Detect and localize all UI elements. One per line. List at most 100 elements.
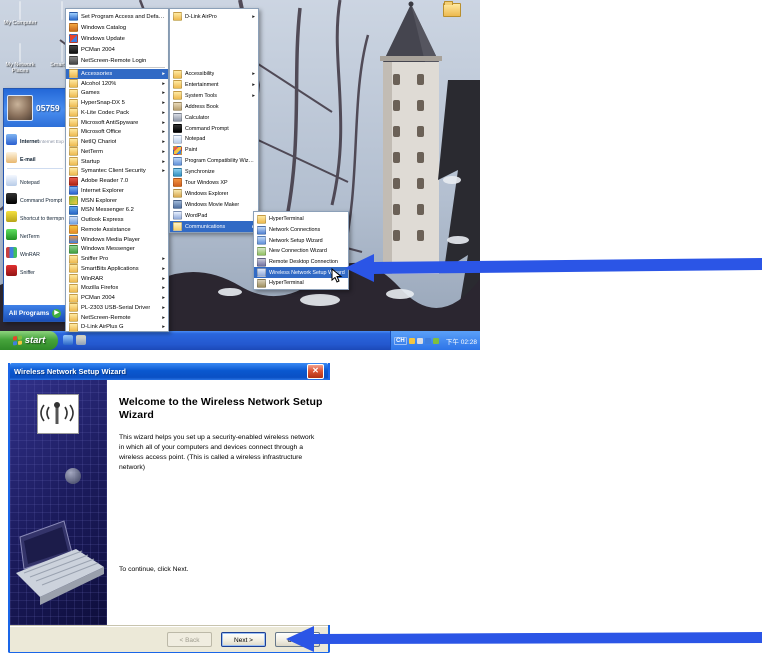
taskbar-clock[interactable]: 下午 02:28 — [446, 336, 477, 346]
submenu-arrow-icon: ▸ — [162, 90, 165, 97]
menu-item-network-setup-wizard[interactable]: Network Setup Wizard — [254, 235, 348, 246]
dialog-titlebar[interactable]: Wireless Network Setup Wizard ✕ — [10, 363, 328, 380]
pinned-item-shortcut-to-ttermpro[interactable]: Shortcut to ttermpro — [6, 207, 64, 225]
menu-item-msn-explorer[interactable]: MSN Explorer — [66, 196, 168, 206]
menu-item-netscreen-remote-login[interactable]: NetScreen-Remote Login — [66, 55, 168, 66]
menu-item-pcman-2004[interactable]: PCMan 2004 ▸ — [66, 293, 168, 303]
pinned-item-notepad[interactable]: Notepad — [6, 171, 64, 189]
desktop-icon-my-network-places[interactable]: My Network Places — [0, 43, 40, 74]
menu-item-netscreen-remote[interactable]: NetScreen-Remote ▸ — [66, 313, 168, 323]
menu-item-outlook-express[interactable]: Outlook Express — [66, 215, 168, 225]
decorative-sphere — [65, 468, 81, 484]
menu-item-address-book[interactable]: Address Book — [170, 101, 258, 112]
menu-item-hypersnap-dx-5[interactable]: HyperSnap-DX 5 ▸ — [66, 98, 168, 108]
menu-item-label: PCMan 2004 — [81, 295, 115, 302]
remote-desktop-icon — [257, 257, 266, 267]
menu-item-adobe-reader-7-0[interactable]: Adobe Reader 7.0 — [66, 176, 168, 186]
menu-item-windows-update[interactable]: Windows Update — [66, 33, 168, 44]
menu-item-alcohol-120[interactable]: Alcohol 120% ▸ — [66, 79, 168, 89]
menu-item-label: HyperTerminal — [269, 216, 304, 223]
menu-item-d-link-airpro[interactable]: D-Link AirPro ▸ — [170, 10, 258, 23]
menu-item-set-program-access-and-defaults[interactable]: Set Program Access and Defaults — [66, 11, 168, 22]
menu-item-games[interactable]: Games ▸ — [66, 88, 168, 99]
menu-item-network-connections[interactable]: Network Connections — [254, 225, 348, 236]
quicklaunch-ie-icon[interactable] — [63, 335, 73, 345]
menu-item-d-link-airplus-g[interactable]: D-Link AirPlus G ▸ — [66, 322, 168, 333]
menu-item-remote-assistance[interactable]: Remote Assistance — [66, 225, 168, 235]
menu-item-communications[interactable]: Communications▸ — [170, 221, 258, 232]
menu-item-pcman-2004[interactable]: PCMan 2004 — [66, 44, 168, 55]
quicklaunch-show-desktop-icon[interactable] — [76, 335, 86, 345]
start-button[interactable]: start — [0, 331, 58, 350]
pinned-item-command-prompt[interactable]: Command Prompt — [6, 189, 64, 207]
menu-item-smartbits-applications[interactable]: SmartBits Applications ▸ — [66, 264, 168, 274]
menu-item-msn-messenger-6-2[interactable]: MSN Messenger 6.2 — [66, 205, 168, 216]
cancel-button[interactable]: Cancel — [275, 631, 320, 647]
menu-item-command-prompt[interactable]: Command Prompt — [170, 123, 258, 134]
menu-item-netterm[interactable]: NetTerm ▸ — [66, 147, 168, 157]
network-connections-icon — [257, 225, 266, 235]
close-button[interactable]: ✕ — [307, 364, 324, 379]
netiq-app-icon — [61, 1, 63, 20]
menu-item-label: Program Compatibility Wizard — [185, 158, 255, 165]
tray-wireless-icon[interactable] — [432, 337, 439, 344]
menu-item-notepad[interactable]: Notepad — [170, 134, 258, 145]
menu-item-windows-explorer[interactable]: Windows Explorer — [170, 188, 258, 199]
menu-item-program-compatibility-wizard[interactable]: Program Compatibility Wizard — [170, 156, 258, 167]
menu-item-k-lite-codec-pack[interactable]: K-Lite Codec Pack ▸ — [66, 108, 168, 118]
tray-shield-icon[interactable] — [408, 337, 415, 344]
tray-network-icon[interactable] — [416, 337, 423, 344]
menu-item-label: Outlook Express — [81, 217, 124, 224]
menu-item-paint[interactable]: Paint — [170, 145, 258, 156]
menu-item-mozilla-firefox[interactable]: Mozilla Firefox ▸ — [66, 283, 168, 294]
menu-item-windows-media-player[interactable]: Windows Media Player — [66, 235, 168, 245]
menu-item-windows-movie-maker[interactable]: Windows Movie Maker — [170, 199, 258, 210]
menu-item-label: Accessibility — [185, 71, 215, 78]
menu-item-symantec-client-security[interactable]: Symantec Client Security ▸ — [66, 166, 168, 177]
folder-icon — [69, 322, 78, 332]
menu-item-label: New Connection Wizard — [269, 248, 327, 255]
menu-item-microsoft-office[interactable]: Microsoft Office ▸ — [66, 127, 168, 138]
menu-item-netiq-chariot[interactable]: NetIQ Chariot ▸ — [66, 137, 168, 147]
pinned-item-internet[interactable]: InternetInternet Explorer — [6, 130, 64, 148]
menu-item-winrar[interactable]: WinRAR ▸ — [66, 274, 168, 284]
menu-item-hyperterminal[interactable]: HyperTerminal — [254, 214, 348, 225]
menu-item-pl-2303-usb-serial-driver[interactable]: PL-2303 USB-Serial Driver ▸ — [66, 303, 168, 313]
menu-item-wordpad[interactable]: WordPad — [170, 210, 258, 221]
next-button[interactable]: Next > — [221, 631, 266, 647]
language-indicator[interactable]: CH — [394, 336, 407, 345]
pinned-item-e-mail[interactable]: E-mail — [6, 148, 64, 166]
menu-item-system-tools[interactable]: System Tools ▸ — [170, 90, 258, 101]
all-programs-button[interactable]: All Programs ▶ — [4, 305, 66, 321]
menu-item-startup[interactable]: Startup ▸ — [66, 157, 168, 167]
menu-item-label: Command Prompt — [185, 125, 229, 132]
start-menu-panel: 05759 InternetInternet Explorer E-mail No… — [3, 88, 67, 322]
folder-icon — [69, 118, 78, 128]
menu-item-accessories[interactable]: Accessories ▸ — [66, 69, 168, 79]
menu-item-windows-messenger[interactable]: Windows Messenger — [66, 244, 168, 255]
menu-item-internet-explorer[interactable]: Internet Explorer — [66, 186, 168, 196]
back-button[interactable]: < Back — [167, 631, 212, 647]
desktop-icon-folder[interactable] — [437, 1, 467, 17]
wizard-instruction: To continue, click Next. — [119, 566, 189, 573]
pinned-item-netterm[interactable]: NetTerm — [6, 225, 64, 243]
menu-item-microsoft-antispyware[interactable]: Microsoft AntiSpyware ▸ — [66, 118, 168, 128]
pinned-item-sniffer[interactable]: Sniffer — [6, 261, 64, 279]
menu-item-entertainment[interactable]: Entertainment ▸ — [170, 80, 258, 91]
submenu-arrow-icon: ▸ — [162, 295, 165, 302]
submenu-arrow-icon: ▸ — [162, 148, 165, 155]
menu-item-synchronize[interactable]: Synchronize — [170, 167, 258, 178]
menu-item-label: Notepad — [185, 136, 206, 143]
menu-item-accessibility[interactable]: Accessibility ▸ — [170, 69, 258, 80]
menu-item-remote-desktop-connection[interactable]: Remote Desktop Connection — [254, 257, 348, 268]
menu-item-label: MSN Messenger 6.2 — [81, 207, 134, 214]
menu-item-tour-windows-xp[interactable]: Tour Windows XP — [170, 178, 258, 189]
menu-item-new-connection-wizard[interactable]: New Connection Wizard — [254, 246, 348, 257]
menu-item-calculator[interactable]: Calculator — [170, 112, 258, 123]
tray-volume-icon[interactable] — [424, 337, 431, 344]
pinned-item-winrar[interactable]: WinRAR — [6, 243, 64, 261]
menu-item-sniffer-pro[interactable]: Sniffer Pro ▸ — [66, 254, 168, 264]
menu-item-windows-catalog[interactable]: Windows Catalog — [66, 22, 168, 33]
wizard-left-panel — [10, 380, 107, 625]
desktop-icon-my-computer[interactable]: My Computer — [0, 1, 40, 26]
